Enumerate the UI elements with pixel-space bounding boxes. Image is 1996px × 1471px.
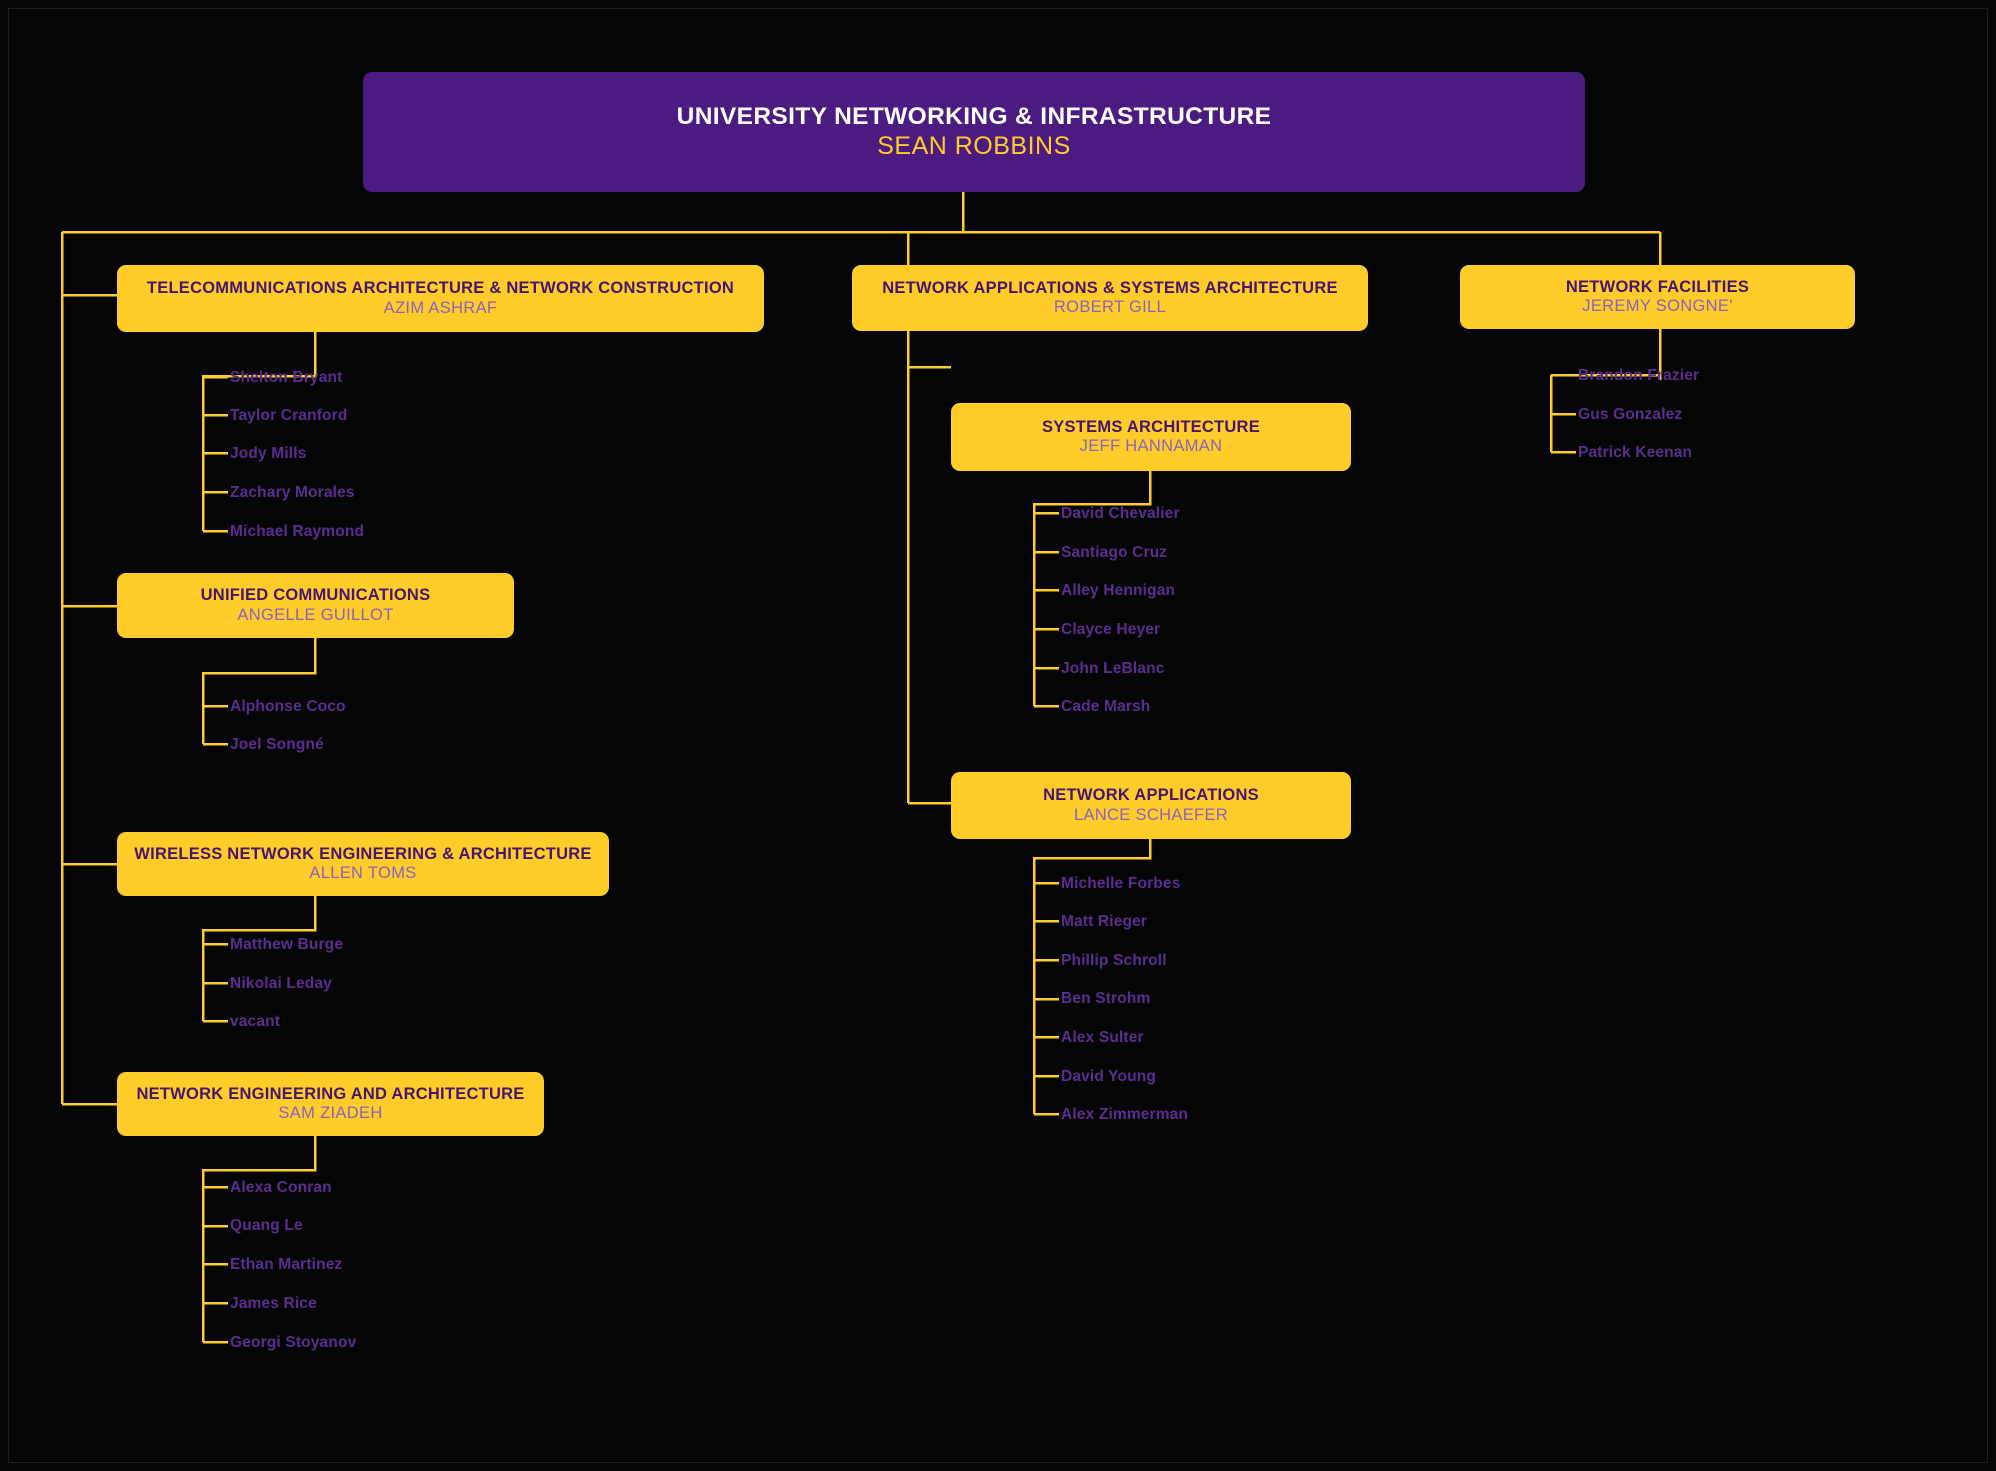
list-item: Santiago Cruz bbox=[1061, 544, 1168, 561]
list-item: Alley Hennigan bbox=[1061, 582, 1176, 599]
list-item: Ben Strohm bbox=[1061, 990, 1151, 1007]
node-wireless-network-engineering[interactable]: WIRELESS NETWORK ENGINEERING & ARCHITECT… bbox=[117, 832, 609, 896]
list-item: John LeBlanc bbox=[1061, 660, 1165, 677]
node-telecommunications-architecture[interactable]: TELECOMMUNICATIONS ARCHITECTURE & NETWOR… bbox=[117, 265, 764, 332]
node-person: ROBERT GILL bbox=[1053, 298, 1167, 316]
list-item: Michelle Forbes bbox=[1061, 875, 1181, 892]
node-title: SYSTEMS ARCHITECTURE bbox=[1042, 417, 1260, 436]
list-item: Clayce Heyer bbox=[1061, 621, 1161, 638]
node-person: LANCE SCHAEFER bbox=[1073, 805, 1229, 824]
list-item: David Young bbox=[1061, 1068, 1157, 1085]
node-network-applications[interactable]: NETWORK APPLICATIONS LANCE SCHAEFER bbox=[951, 772, 1351, 839]
list-item: Michael Raymond bbox=[230, 523, 365, 540]
list-item: Alex Zimmerman bbox=[1061, 1106, 1189, 1123]
list-item: Zachary Morales bbox=[230, 484, 355, 501]
list-item: Georgi Stoyanov bbox=[230, 1334, 357, 1351]
list-item: vacant bbox=[230, 1013, 281, 1030]
list-item: Quang Le bbox=[230, 1217, 303, 1234]
list-item: Matt Rieger bbox=[1061, 913, 1148, 930]
list-item: Jody Mills bbox=[230, 445, 307, 462]
node-network-applications-systems-architecture[interactable]: NETWORK APPLICATIONS & SYSTEMS ARCHITECT… bbox=[852, 265, 1368, 331]
list-item: Alexa Conran bbox=[230, 1179, 332, 1196]
node-person: JEREMY SONGNE' bbox=[1582, 297, 1733, 315]
node-title: NETWORK FACILITIES bbox=[1565, 277, 1750, 296]
node-title: TELECOMMUNICATIONS ARCHITECTURE & NETWOR… bbox=[146, 279, 735, 298]
node-network-engineering-architecture[interactable]: NETWORK ENGINEERING AND ARCHITECTURE SAM… bbox=[117, 1072, 544, 1136]
node-title: NETWORK APPLICATIONS & SYSTEMS ARCHITECT… bbox=[882, 278, 1338, 297]
node-root-person: SEAN ROBBINS bbox=[877, 131, 1071, 160]
node-title: UNIFIED COMMUNICATIONS bbox=[200, 586, 431, 605]
node-title: NETWORK ENGINEERING AND ARCHITECTURE bbox=[136, 1084, 525, 1103]
list-item: Nikolai Leday bbox=[230, 975, 332, 992]
node-person: AZIM ASHRAF bbox=[383, 298, 498, 317]
node-unified-communications[interactable]: UNIFIED COMMUNICATIONS ANGELLE GUILLOT bbox=[117, 573, 514, 638]
node-network-facilities[interactable]: NETWORK FACILITIES JEREMY SONGNE' bbox=[1460, 265, 1855, 329]
list-item: Matthew Burge bbox=[230, 936, 344, 953]
node-root-title: UNIVERSITY NETWORKING & INFRASTRUCTURE bbox=[676, 102, 1272, 130]
list-item: Cade Marsh bbox=[1061, 698, 1151, 715]
list-item: David Chevalier bbox=[1061, 505, 1180, 522]
list-item: Joel Songné bbox=[230, 736, 324, 753]
list-item: Taylor Cranford bbox=[230, 407, 348, 424]
node-person: ANGELLE GUILLOT bbox=[237, 605, 394, 624]
list-item: Phillip Schroll bbox=[1061, 952, 1167, 969]
list-item: Brandon Frazier bbox=[1578, 367, 1700, 384]
list-item: Gus Gonzalez bbox=[1578, 406, 1683, 423]
list-item: Alex Sulter bbox=[1061, 1029, 1144, 1046]
node-title: NETWORK APPLICATIONS bbox=[1043, 786, 1259, 805]
list-item: Alphonse Coco bbox=[230, 698, 346, 715]
node-systems-architecture[interactable]: SYSTEMS ARCHITECTURE JEFF HANNAMAN bbox=[951, 403, 1351, 471]
list-item: James Rice bbox=[230, 1295, 317, 1312]
list-item: Patrick Keenan bbox=[1578, 444, 1693, 461]
org-chart-canvas: UNIVERSITY NETWORKING & INFRASTRUCTURE S… bbox=[0, 0, 1996, 1471]
node-person: ALLEN TOMS bbox=[309, 864, 417, 882]
list-item: Shelton Bryant bbox=[230, 369, 343, 386]
node-person: JEFF HANNAMAN bbox=[1079, 437, 1223, 455]
node-title: WIRELESS NETWORK ENGINEERING & ARCHITECT… bbox=[134, 844, 592, 863]
node-person: SAM ZIADEH bbox=[278, 1104, 383, 1122]
node-root[interactable]: UNIVERSITY NETWORKING & INFRASTRUCTURE S… bbox=[363, 72, 1585, 192]
list-item: Ethan Martinez bbox=[230, 1256, 343, 1273]
